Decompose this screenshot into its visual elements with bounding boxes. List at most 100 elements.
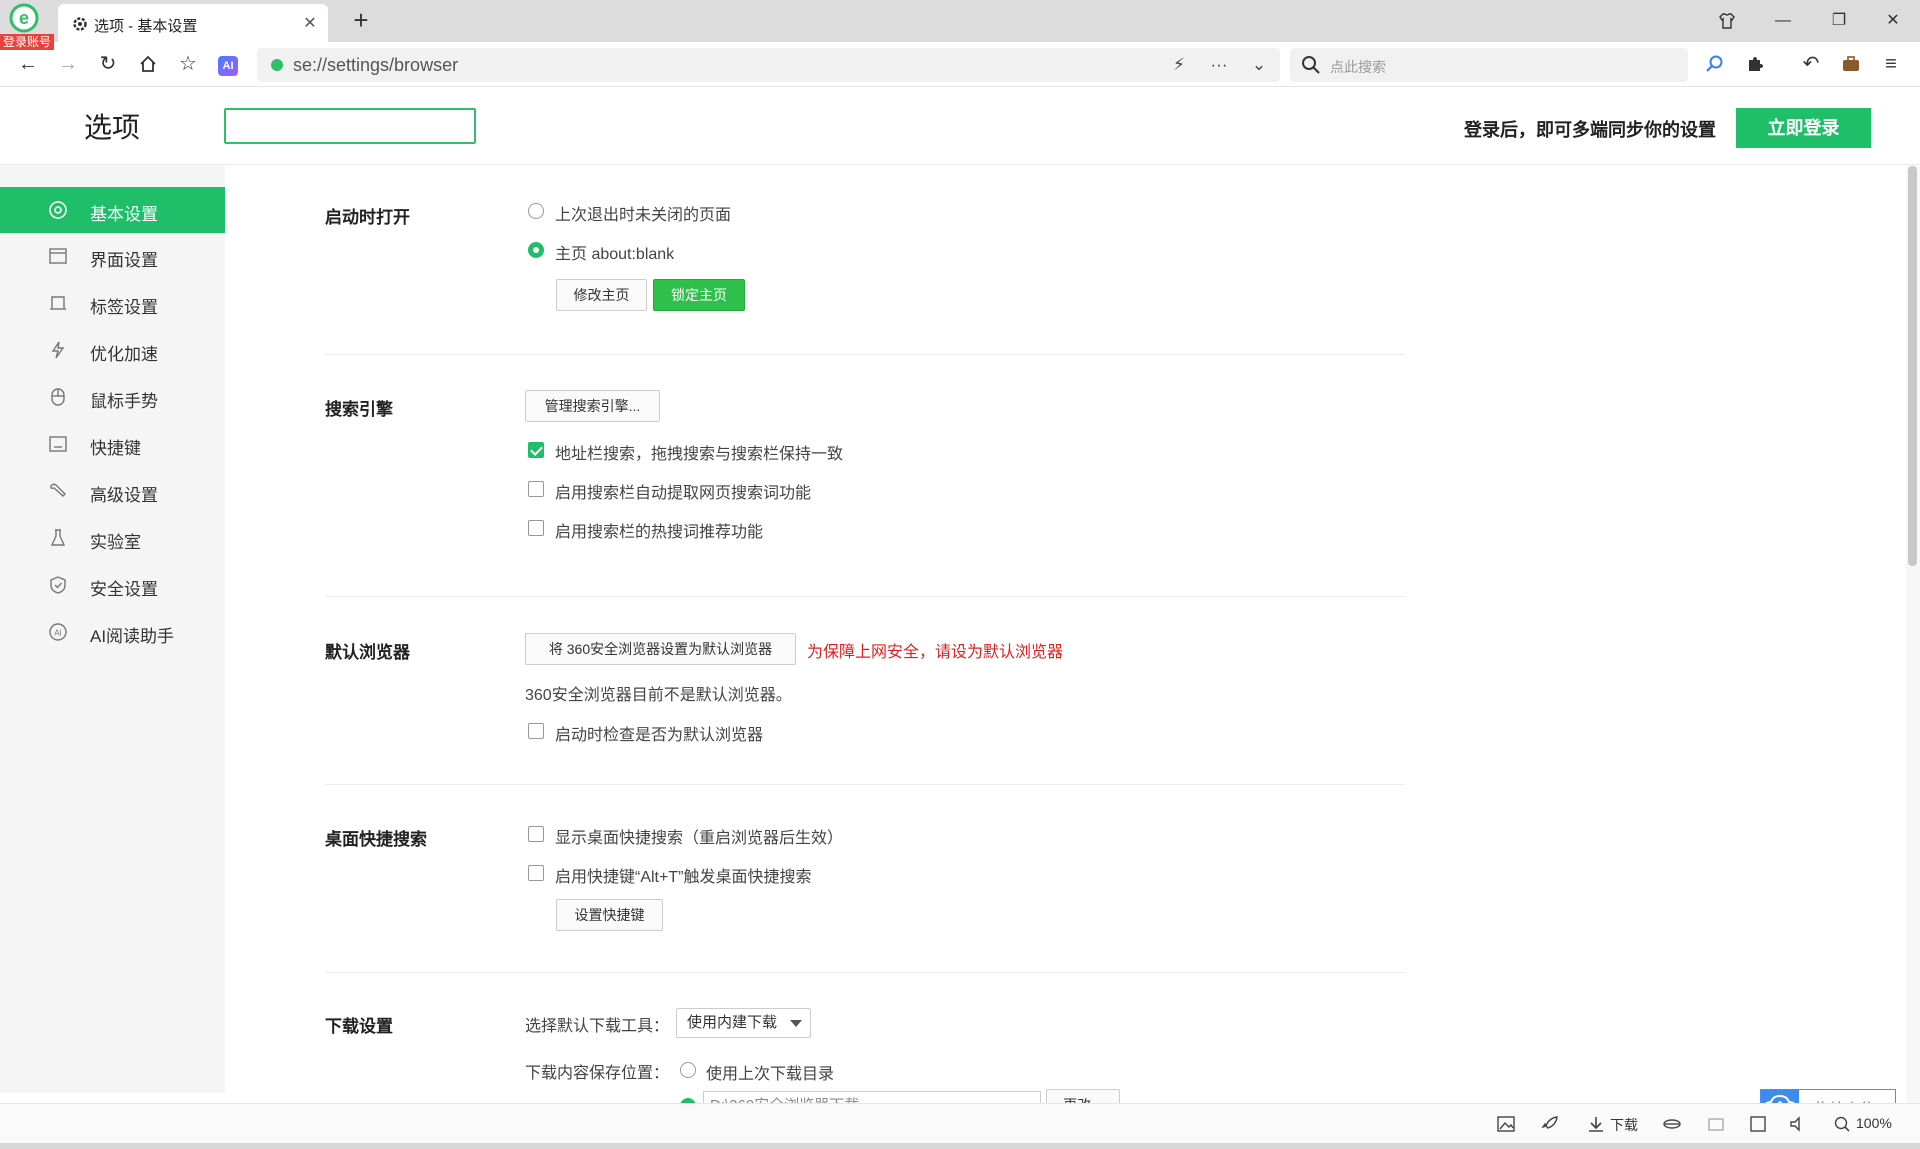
- rocket-icon[interactable]: [1540, 1114, 1560, 1134]
- sidebar-item-interface[interactable]: 界面设置: [0, 233, 225, 279]
- favorites-star-icon[interactable]: ☆: [174, 50, 202, 78]
- radio-homepage[interactable]: [528, 242, 544, 258]
- url-text[interactable]: se://settings/browser: [293, 55, 458, 76]
- sidebar-item-basic[interactable]: 基本设置: [0, 187, 225, 233]
- radio-last-session[interactable]: [528, 203, 544, 219]
- sidebar-item-label: 界面设置: [90, 251, 158, 270]
- login-account-badge[interactable]: 登录账号: [0, 34, 55, 50]
- title-bar: e 选项 - 基本设置 ✕ + — ❐ ✕: [0, 0, 1920, 42]
- section-title-default-browser: 默认浏览器: [325, 643, 410, 662]
- forward-icon[interactable]: →: [54, 50, 82, 78]
- section-title-download: 下载设置: [325, 1017, 393, 1036]
- sidebar-item-lab[interactable]: 实验室: [0, 515, 225, 561]
- modify-homepage-button[interactable]: 修改主页: [556, 279, 647, 311]
- lock-homepage-button[interactable]: 锁定主页: [653, 279, 745, 311]
- section-divider: [325, 972, 1405, 973]
- set-shortcut-button[interactable]: 设置快捷键: [556, 899, 663, 931]
- image-icon[interactable]: [1496, 1114, 1516, 1134]
- zoom-icon[interactable]: [1832, 1114, 1852, 1134]
- screenshot-icon[interactable]: [1748, 1114, 1768, 1134]
- section-divider: [325, 784, 1405, 785]
- back-icon[interactable]: ←: [14, 50, 42, 78]
- checkbox-check-default[interactable]: [528, 723, 544, 739]
- new-tab-button[interactable]: +: [346, 4, 376, 36]
- volume-icon[interactable]: [1788, 1114, 1808, 1134]
- default-browser-warning: 为保障上网安全，请设为默认浏览器: [807, 644, 1064, 661]
- lightning-icon[interactable]: ⚡: [1165, 52, 1193, 78]
- svg-text:e: e: [19, 8, 29, 28]
- undo-close-tab-icon[interactable]: ↶: [1797, 50, 1825, 78]
- mouse-icon: [51, 388, 65, 406]
- download-path-input[interactable]: D:\360安全浏览器下载: [703, 1091, 1041, 1103]
- browser-logo-icon[interactable]: e: [8, 2, 40, 34]
- sidebar-item-label: 标签设置: [90, 298, 158, 317]
- sidebar-item-optimize[interactable]: 优化加速: [0, 327, 225, 373]
- sidebar-item-tabs[interactable]: 标签设置: [0, 280, 225, 326]
- tab-title: 选项 - 基本设置: [94, 18, 198, 35]
- toolbox-icon[interactable]: [1837, 50, 1865, 78]
- search-go-icon[interactable]: [1701, 50, 1729, 78]
- search-box[interactable]: 点此搜索: [1290, 48, 1688, 82]
- sidebar-item-label: 安全设置: [90, 580, 158, 599]
- scrollbar[interactable]: [1906, 166, 1920, 1103]
- download-status-label[interactable]: 下载: [1610, 1115, 1638, 1135]
- sidebar-item-mouse-gesture[interactable]: 鼠标手势: [0, 374, 225, 420]
- scrollbar-thumb[interactable]: [1908, 166, 1917, 566]
- chevron-down-icon[interactable]: ⌄: [1245, 52, 1273, 78]
- sidebar-item-ai-reader[interactable]: AI AI阅读助手: [0, 609, 225, 655]
- settings-content: 启动时打开 上次退出时未关闭的页面 主页 about:blank 修改主页 锁定…: [225, 166, 1905, 1103]
- page-title: 选项: [84, 112, 141, 143]
- checkbox-hot-search[interactable]: [528, 520, 544, 536]
- set-default-browser-button[interactable]: 将 360安全浏览器设置为默认浏览器: [525, 633, 796, 665]
- settings-search-input[interactable]: [224, 108, 476, 144]
- checkbox-addressbar-search[interactable]: [528, 442, 544, 458]
- menu-icon[interactable]: ≡: [1877, 50, 1905, 78]
- ai-icon[interactable]: AI: [218, 56, 238, 76]
- gear-icon: [73, 17, 87, 31]
- checkbox-hot-search-label: 启用搜索栏的热搜词推荐功能: [555, 524, 764, 541]
- navigation-bar: ← → ↻ ☆ AI se://settings/browser ⚡ ··· ⌄…: [0, 42, 1920, 87]
- checkbox-alt-t[interactable]: [528, 865, 544, 881]
- tab-close-icon[interactable]: ✕: [300, 13, 320, 33]
- skin-shirt-icon[interactable]: [1712, 6, 1742, 36]
- close-window-icon[interactable]: ✕: [1878, 6, 1908, 36]
- checkbox-desktop-search-label: 显示桌面快捷搜索（重启浏览器后生效）: [555, 830, 844, 847]
- restore-icon[interactable]: ❐: [1824, 6, 1854, 36]
- more-icon[interactable]: ···: [1205, 52, 1233, 78]
- target-icon: [49, 201, 67, 219]
- secure-icon: [271, 59, 283, 71]
- download-tool-select[interactable]: 使用内建下载: [676, 1008, 811, 1038]
- default-browser-status: 360安全浏览器目前不是默认浏览器。: [525, 687, 792, 704]
- accelerate-icon[interactable]: [1662, 1114, 1682, 1134]
- radio-last-download-dir[interactable]: [680, 1062, 696, 1078]
- search-placeholder: 点此搜索: [1330, 59, 1386, 75]
- ai-icon: AI: [49, 623, 67, 641]
- change-path-button[interactable]: 更改...: [1046, 1089, 1120, 1103]
- clean-icon[interactable]: [1706, 1114, 1726, 1134]
- login-now-button[interactable]: 立即登录: [1736, 108, 1871, 148]
- wrench-icon: [50, 483, 66, 497]
- manage-search-engines-button[interactable]: 管理搜索引擎...: [525, 390, 660, 422]
- download-icon[interactable]: [1586, 1114, 1606, 1134]
- minimize-icon[interactable]: —: [1768, 6, 1798, 36]
- extensions-puzzle-icon[interactable]: [1741, 50, 1769, 78]
- checkbox-desktop-search[interactable]: [528, 826, 544, 842]
- shield-icon: [50, 576, 66, 594]
- settings-header: 选项 登录后，即可多端同步你的设置 立即登录: [0, 88, 1920, 165]
- sidebar-item-security[interactable]: 安全设置: [0, 562, 225, 608]
- checkbox-auto-extract[interactable]: [528, 481, 544, 497]
- sidebar-item-advanced[interactable]: 高级设置: [0, 468, 225, 514]
- keyboard-icon: [49, 436, 67, 452]
- search-icon: [1302, 56, 1320, 74]
- refresh-icon[interactable]: ↻: [94, 50, 122, 78]
- address-bar[interactable]: se://settings/browser ⚡ ··· ⌄: [257, 48, 1280, 82]
- zoom-level[interactable]: 100%: [1856, 1115, 1892, 1131]
- home-icon[interactable]: [134, 50, 162, 78]
- sidebar-item-shortcuts[interactable]: 快捷键: [0, 421, 225, 467]
- svg-text:AI: AI: [54, 629, 62, 638]
- section-title-search-engine: 搜索引擎: [325, 400, 393, 419]
- tab-settings[interactable]: 选项 - 基本设置 ✕: [58, 4, 328, 42]
- status-bar: 下载 100%: [0, 1103, 1920, 1143]
- window-bottom-edge: [0, 1143, 1920, 1149]
- checkbox-addressbar-search-label: 地址栏搜索，拖拽搜索与搜索栏保持一致: [555, 446, 844, 463]
